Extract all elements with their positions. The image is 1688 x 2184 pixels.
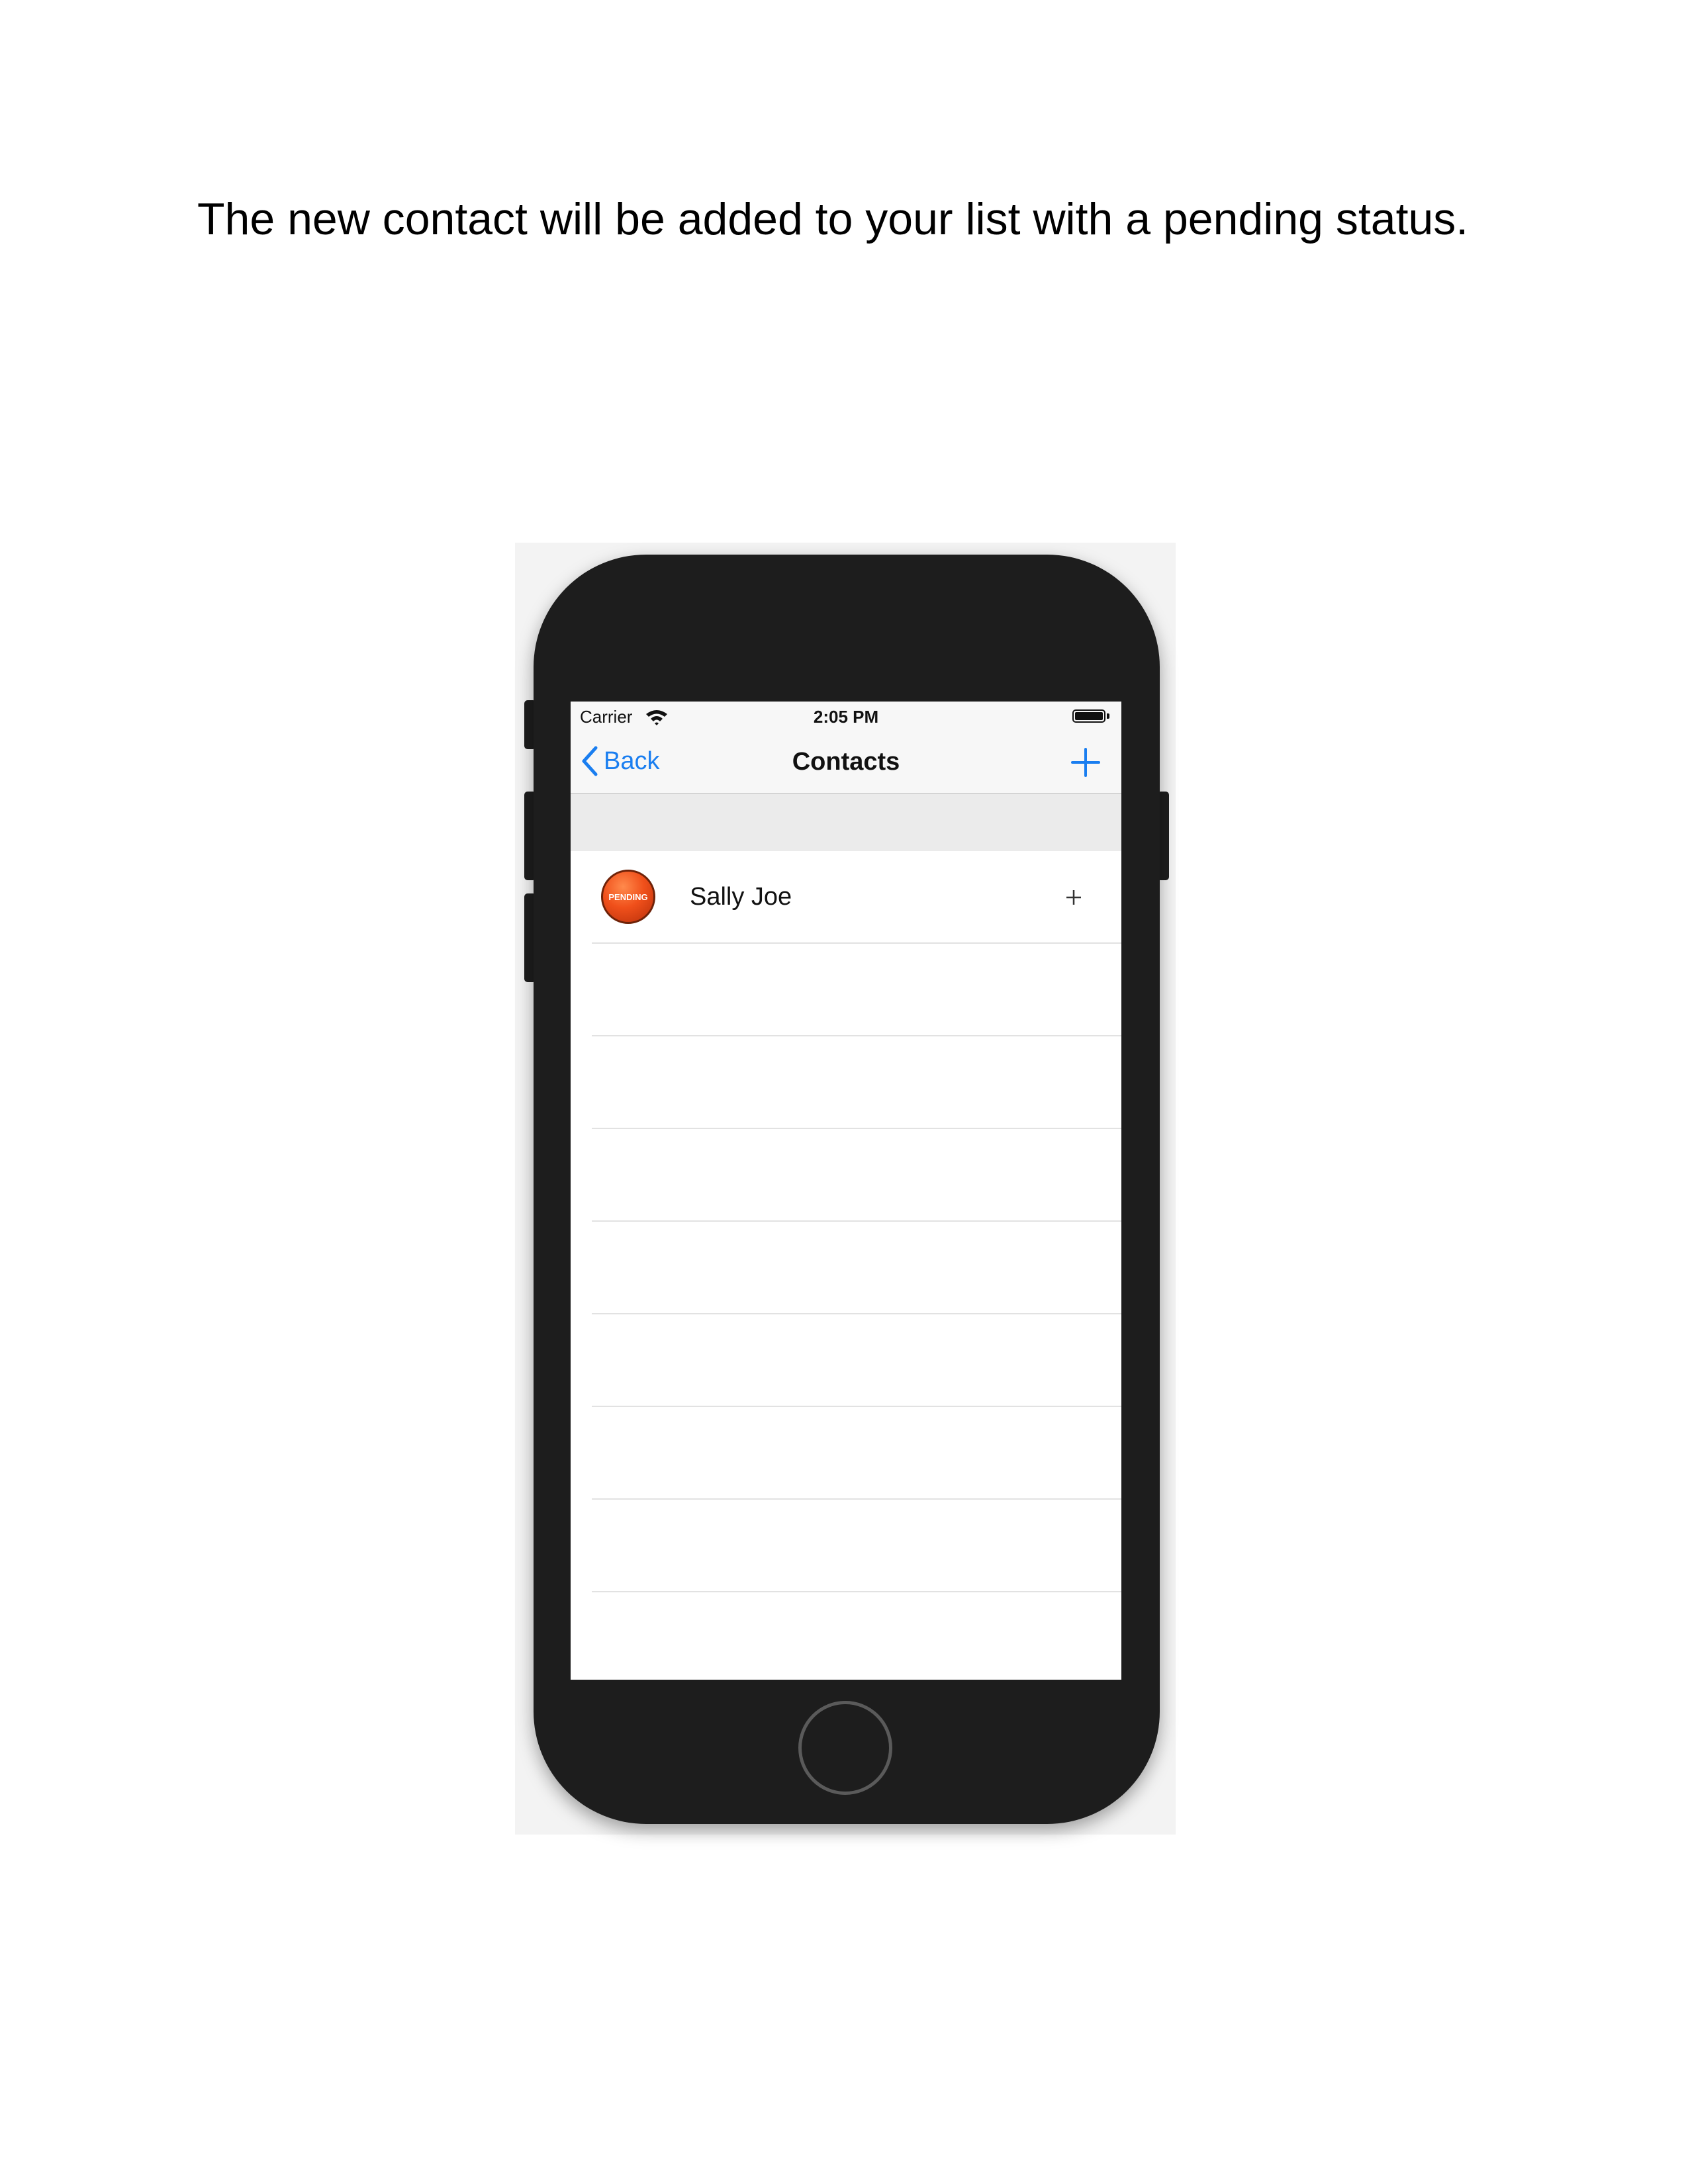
contact-row[interactable]: PENDING Sally Joe (571, 851, 1121, 944)
pending-status-avatar: PENDING (601, 870, 655, 924)
plus-icon (1066, 890, 1081, 905)
empty-row (571, 944, 1121, 1036)
empty-row (571, 1500, 1121, 1592)
contact-add-button[interactable] (1064, 888, 1083, 907)
add-contact-button[interactable] (1068, 745, 1103, 780)
section-header (571, 794, 1121, 851)
empty-row (571, 1314, 1121, 1407)
empty-row (571, 1407, 1121, 1500)
instruction-caption: The new contact will be added to your li… (197, 194, 1469, 244)
empty-row (571, 1129, 1121, 1222)
navigation-bar: Back Contacts (571, 731, 1121, 794)
status-bar: Carrier 2:05 PM (571, 702, 1121, 731)
battery-level (1075, 712, 1103, 720)
page-title: Contacts (792, 748, 900, 776)
battery-tip (1107, 713, 1109, 719)
home-button[interactable] (798, 1701, 892, 1795)
contacts-list: PENDING Sally Joe (571, 851, 1121, 1680)
empty-row (571, 1222, 1121, 1314)
battery-icon (1072, 709, 1105, 723)
phone-screen: Carrier 2:05 PM Back Contacts PENDING Sa… (571, 702, 1121, 1680)
avatar-status-label: PENDING (608, 891, 648, 902)
plus-icon (1071, 748, 1100, 777)
contact-name: Sally Joe (690, 883, 792, 911)
status-time: 2:05 PM (813, 707, 879, 727)
empty-row (571, 1592, 1121, 1680)
empty-row (571, 1036, 1121, 1129)
